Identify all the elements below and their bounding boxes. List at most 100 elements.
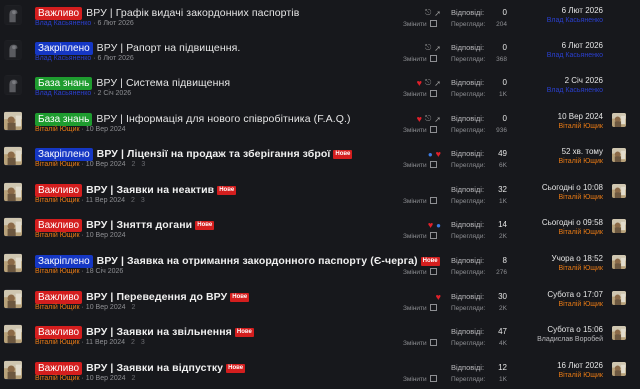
thread-title-line[interactable]: Важливо ВРУ | Заявки на відпустку Нове: [35, 361, 246, 375]
last-post-date[interactable]: Сьогодні о 10:08: [505, 182, 603, 193]
author-avatar[interactable]: [4, 360, 22, 380]
thread-title-link[interactable]: ВРУ | Заявки на відпустку: [86, 362, 223, 374]
last-poster-avatar[interactable]: [612, 184, 626, 198]
thread-title-link[interactable]: ВРУ | Система підвищення: [96, 77, 230, 89]
page-links[interactable]: 2: [132, 375, 136, 382]
last-poster-avatar[interactable]: [612, 219, 626, 233]
last-post-date[interactable]: 10 Вер 2024: [505, 111, 603, 122]
thread-row[interactable]: Закріплено ВРУ | Ліцензії на продаж та зб…: [0, 141, 640, 175]
thread-row[interactable]: Закріплено ВРУ | Рапорт на підвищення. Вла…: [0, 35, 640, 69]
thread-prefix-badge[interactable]: База знань: [35, 76, 93, 90]
thread-row[interactable]: Закріплено ВРУ | Заявка на отримання зако…: [0, 248, 640, 282]
last-post-date[interactable]: 52 хв. тому: [505, 146, 603, 157]
select-checkbox[interactable]: [429, 20, 437, 27]
thread-start-date[interactable]: 10 Вер 2024: [86, 126, 126, 133]
last-post-author[interactable]: Віталій Ющик: [505, 300, 603, 310]
page-links[interactable]: 2 3: [131, 339, 145, 346]
thread-title-link[interactable]: ВРУ | Інформація для нового співробітник…: [96, 113, 350, 125]
select-checkbox[interactable]: [429, 375, 437, 382]
last-post-author[interactable]: Віталій Ющик: [505, 193, 603, 203]
author-avatar[interactable]: [4, 111, 22, 131]
thread-start-date[interactable]: 11 Вер 2024: [86, 197, 125, 204]
thread-prefix-badge[interactable]: Важливо: [35, 183, 83, 197]
thread-title-link[interactable]: ВРУ | Заявки на неактив: [86, 184, 214, 196]
select-checkbox[interactable]: [429, 161, 437, 168]
thread-author-link[interactable]: Віталій Ющик: [35, 339, 80, 346]
last-poster-avatar[interactable]: [612, 77, 626, 91]
last-post-date[interactable]: 16 Лют 2026: [505, 360, 603, 371]
thread-prefix-badge[interactable]: Важливо: [35, 290, 83, 304]
thread-prefix-badge[interactable]: Важливо: [35, 218, 83, 232]
last-post-date[interactable]: Субота о 17:07: [505, 289, 603, 300]
edit-link[interactable]: Змінити: [403, 55, 441, 63]
edit-link[interactable]: Змінити: [403, 90, 441, 98]
select-checkbox[interactable]: [429, 55, 437, 62]
thread-author-link[interactable]: Віталій Ющик: [35, 126, 80, 133]
thread-author-link[interactable]: Віталій Ющик: [35, 197, 80, 204]
last-post-author[interactable]: Віталій Ющик: [505, 157, 603, 167]
select-checkbox[interactable]: [429, 232, 437, 239]
author-avatar[interactable]: [4, 40, 22, 60]
author-avatar[interactable]: [4, 289, 22, 309]
select-checkbox[interactable]: [429, 197, 437, 204]
author-avatar[interactable]: [4, 253, 22, 273]
thread-prefix-badge[interactable]: Важливо: [35, 361, 83, 375]
thread-row[interactable]: Важливо ВРУ | Переведення до ВРУ Нове Вітал…: [0, 284, 640, 318]
thread-start-date[interactable]: 10 Вер 2024: [86, 375, 126, 382]
last-post-author[interactable]: Віталій Ющик: [505, 122, 603, 132]
thread-prefix-badge[interactable]: Закріплено: [35, 147, 93, 161]
thread-row[interactable]: База знань ВРУ | Система підвищення Влад К…: [0, 70, 640, 104]
edit-link[interactable]: Змінити: [403, 268, 441, 276]
edit-link[interactable]: Змінити: [403, 126, 441, 134]
thread-row[interactable]: База знань ВРУ | Інформація для нового сп…: [0, 106, 640, 140]
thread-title-line[interactable]: Закріплено ВРУ | Ліцензії на продаж та зб…: [35, 147, 353, 161]
select-checkbox[interactable]: [429, 268, 437, 275]
last-post-author[interactable]: Владислав Воробей: [505, 335, 603, 345]
last-post-author[interactable]: Віталій Ющик: [505, 228, 603, 238]
thread-prefix-badge[interactable]: Закріплено: [35, 41, 93, 55]
thread-title-line[interactable]: Важливо ВРУ | Переведення до ВРУ Нове: [35, 290, 250, 304]
thread-title-link[interactable]: ВРУ | Графік видачі закордонних паспорті…: [86, 7, 299, 19]
thread-author-link[interactable]: Віталій Ющик: [35, 304, 80, 311]
thread-author-link[interactable]: Віталій Ющик: [35, 161, 80, 168]
last-poster-avatar[interactable]: [612, 113, 626, 127]
thread-title-line[interactable]: База знань ВРУ | Система підвищення: [35, 76, 230, 90]
thread-row[interactable]: Важливо ВРУ | Графік видачі закордонних п…: [0, 0, 640, 34]
last-post-author[interactable]: Влад Касьяненко: [505, 86, 603, 96]
author-avatar[interactable]: [4, 146, 22, 166]
last-post-author[interactable]: Віталій Ющик: [505, 264, 603, 274]
thread-start-date[interactable]: 11 Вер 2024: [86, 339, 125, 346]
thread-title-line[interactable]: Важливо ВРУ | Заявки на неактив Нове: [35, 183, 237, 197]
last-post-author[interactable]: Влад Касьяненко: [505, 16, 603, 26]
edit-link[interactable]: Змінити: [403, 232, 441, 240]
thread-title-link[interactable]: ВРУ | Ліцензії на продаж та зберігання з…: [97, 148, 331, 160]
thread-prefix-badge[interactable]: База знань: [35, 112, 93, 126]
thread-title-link[interactable]: ВРУ | Заявки на звільнення: [86, 326, 232, 338]
last-post-date[interactable]: 2 Січ 2026: [505, 75, 603, 86]
thread-start-date[interactable]: 2 Січ 2026: [98, 90, 132, 97]
thread-author-link[interactable]: Влад Касьяненко: [35, 55, 91, 62]
thread-start-date[interactable]: 10 Вер 2024: [86, 232, 126, 239]
last-post-date[interactable]: 6 Лют 2026: [505, 5, 603, 16]
last-poster-avatar[interactable]: [612, 362, 626, 376]
page-links[interactable]: 2: [132, 304, 136, 311]
last-poster-avatar[interactable]: [612, 42, 626, 56]
select-checkbox[interactable]: [429, 126, 437, 133]
thread-start-date[interactable]: 6 Лют 2026: [98, 20, 134, 27]
thread-title-link[interactable]: ВРУ | Рапорт на підвищення.: [97, 42, 241, 54]
edit-link[interactable]: Змінити: [403, 161, 441, 169]
thread-author-link[interactable]: Віталій Ющик: [35, 375, 80, 382]
last-post-date[interactable]: 6 Лют 2026: [505, 40, 603, 51]
thread-title-line[interactable]: Закріплено ВРУ | Рапорт на підвищення.: [35, 41, 240, 55]
last-post-author[interactable]: Влад Касьяненко: [505, 51, 603, 61]
thread-title-link[interactable]: ВРУ | Зняття догани: [86, 219, 192, 231]
author-avatar[interactable]: [4, 324, 22, 344]
thread-title-line[interactable]: Важливо ВРУ | Графік видачі закордонних п…: [35, 6, 299, 20]
edit-link[interactable]: Змінити: [403, 20, 441, 28]
last-post-date[interactable]: Субота о 15:06: [505, 324, 603, 335]
author-avatar[interactable]: [4, 217, 22, 237]
author-avatar[interactable]: [4, 182, 22, 202]
thread-title-link[interactable]: ВРУ | Переведення до ВРУ: [86, 291, 227, 303]
last-poster-avatar[interactable]: [612, 291, 626, 305]
select-checkbox[interactable]: [429, 90, 437, 97]
